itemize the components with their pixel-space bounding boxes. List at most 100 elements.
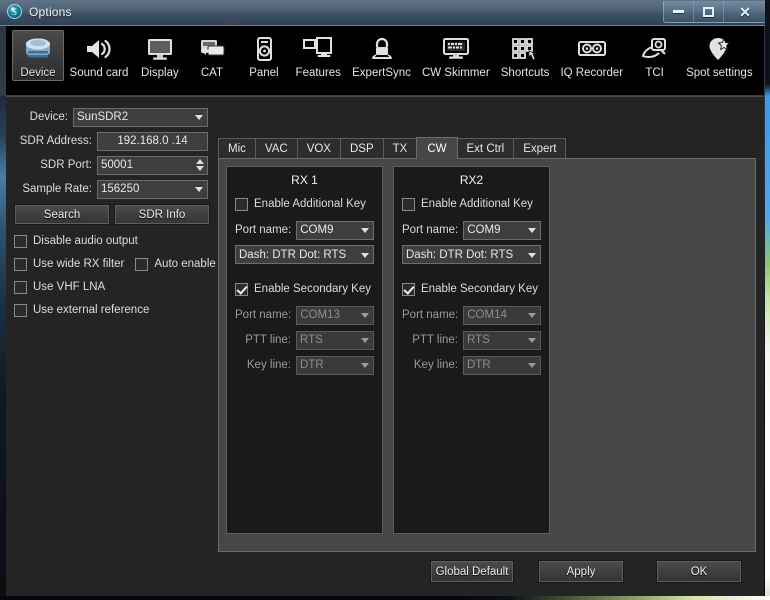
rx2-ptt-line-select[interactable]: RTS: [463, 330, 541, 350]
rx2-secondary-port-value: COM14: [467, 309, 507, 321]
device-field-row: Device: SunSDR2: [10, 107, 210, 127]
rx2-enable-secondary-key-checkbox[interactable]: [402, 282, 415, 296]
spinner-icon[interactable]: [196, 158, 204, 171]
toolbar-item-device[interactable]: Device: [12, 30, 64, 81]
rx1-secondary-port-label: Port name:: [235, 309, 292, 321]
toolbar-label-iq-recorder: IQ Recorder: [560, 67, 624, 79]
toolbar-item-iq-recorder[interactable]: IQ Recorder: [555, 30, 629, 81]
disable-audio-output-label: Disable audio output: [33, 235, 138, 247]
toolbar-label-cat: CAT: [200, 67, 223, 79]
rx1-dash-dot-select[interactable]: Dash: DTR Dot: RTS: [235, 245, 374, 264]
toolbar-label-shortcuts: Shortcuts: [500, 67, 550, 79]
use-external-reference-checkbox[interactable]: [14, 303, 27, 317]
minimize-icon: [673, 10, 684, 13]
speaker-icon: [82, 33, 116, 65]
rx2-secondary-port-label: Port name:: [402, 309, 459, 321]
rx1-ptt-line-row: PTT line: RTS: [235, 330, 374, 350]
rx1-secondary-key-row[interactable]: Enable Secondary Key: [235, 280, 374, 298]
window-controls: ✕: [663, 1, 767, 23]
chevron-down-icon: [195, 115, 203, 120]
tab-ext-ctrl[interactable]: Ext Ctrl: [456, 138, 515, 159]
minimize-button[interactable]: [664, 1, 694, 22]
tab-tx[interactable]: TX: [382, 138, 418, 159]
rx2-enable-additional-key-checkbox[interactable]: [402, 197, 415, 211]
rx2-dash-dot-value: Dash: DTR Dot: RTS: [406, 248, 514, 261]
toolbar-item-shortcuts[interactable]: Shortcuts: [495, 30, 555, 81]
ok-button[interactable]: OK: [656, 560, 742, 583]
options-window: Options ✕: [0, 0, 770, 600]
toolbar-item-cat[interactable]: CAT: [186, 30, 238, 81]
toolbar-item-tci[interactable]: TCI: [629, 30, 681, 81]
use-vhf-lna-checkbox[interactable]: [14, 280, 27, 294]
sdr-port-value: 50001: [101, 159, 133, 171]
sdr-address-input[interactable]: 192.168.0 .14: [97, 131, 208, 151]
rx1-dash-dot-value: Dash: DTR Dot: RTS: [239, 248, 347, 261]
tab-mic[interactable]: Mic: [218, 138, 256, 159]
skimmer-monitor-icon: [439, 33, 473, 65]
rx2-secondary-port-select[interactable]: COM14: [463, 305, 541, 325]
toolbar-item-display[interactable]: Display: [134, 30, 186, 81]
toolbar-item-expertsync[interactable]: ExpertSync: [347, 30, 417, 81]
toolbar-item-features[interactable]: Features: [290, 30, 347, 81]
auto-enable-checkbox[interactable]: [135, 257, 149, 271]
rx2-enable-additional-key-label: Enable Additional Key: [421, 198, 533, 210]
disable-audio-output-checkbox[interactable]: [14, 234, 27, 248]
rx2-secondary-key-row[interactable]: Enable Secondary Key: [402, 280, 541, 298]
tab-vac[interactable]: VAC: [254, 138, 298, 159]
rx1-ptt-line-label: PTT line:: [245, 334, 291, 346]
rx1-secondary-port-select[interactable]: COM13: [296, 305, 374, 325]
use-wide-rx-filter-checkbox[interactable]: [14, 257, 27, 271]
cat-transfer-icon: [195, 33, 229, 65]
rx2-additional-port-value: COM9: [467, 224, 501, 236]
tab-expert[interactable]: Expert: [513, 138, 567, 159]
tab-cw[interactable]: CW: [416, 137, 458, 159]
disable-audio-output-row[interactable]: Disable audio output: [14, 231, 210, 251]
rx1-enable-secondary-key-checkbox[interactable]: [235, 282, 248, 296]
global-default-button[interactable]: Global Default: [430, 560, 514, 583]
rx2-additional-port-select[interactable]: COM9: [463, 220, 541, 240]
tab-vox[interactable]: VOX: [296, 138, 341, 159]
rx1-key-line-label: Key line:: [246, 359, 291, 371]
spinner-down-icon[interactable]: [196, 165, 204, 171]
app-logo-icon: [7, 4, 22, 19]
window-edge-bottom: [0, 596, 770, 600]
device-select[interactable]: SunSDR2: [73, 107, 208, 127]
toolbar-item-panel[interactable]: Panel: [238, 30, 290, 81]
apply-button[interactable]: Apply: [538, 560, 624, 583]
toolbar-item-cw-skimmer[interactable]: CW Skimmer: [416, 30, 495, 81]
lock-icon: [365, 33, 399, 65]
device-select-value: SunSDR2: [77, 111, 129, 123]
rx2-ptt-line-label: PTT line:: [412, 334, 458, 346]
vhf-lna-row[interactable]: Use VHF LNA: [14, 277, 210, 297]
sdr-address-value: 192.168.0 .14: [117, 135, 188, 147]
device-settings-panel: Device: SunSDR2 SDR Address: 192.168.0 .…: [10, 107, 216, 323]
sample-rate-select[interactable]: 156250: [97, 179, 208, 199]
rx2-dash-dot-select[interactable]: Dash: DTR Dot: RTS: [402, 245, 541, 264]
search-button[interactable]: Search: [14, 204, 110, 225]
external-reference-row[interactable]: Use external reference: [14, 300, 210, 320]
rx2-additional-key-row[interactable]: Enable Additional Key: [402, 195, 541, 213]
maximize-button[interactable]: [694, 1, 724, 22]
rx1-additional-key-row[interactable]: Enable Additional Key: [235, 195, 374, 213]
chevron-down-icon: [361, 252, 369, 258]
toolbar-label-spot-settings: Spot settings: [686, 67, 753, 79]
toolbar-item-spot-settings[interactable]: Spot settings: [681, 30, 758, 81]
chevron-down-icon: [528, 252, 536, 258]
sdr-info-button[interactable]: SDR Info: [114, 204, 210, 225]
rx1-key-line-select[interactable]: DTR: [296, 355, 374, 375]
wide-rx-filter-row[interactable]: Use wide RX filter Auto enable: [14, 254, 216, 274]
rx1-enable-additional-key-checkbox[interactable]: [235, 197, 248, 211]
chevron-down-icon: [361, 228, 369, 233]
chevron-down-icon: [528, 338, 536, 343]
sdr-port-stepper[interactable]: 50001: [97, 155, 208, 175]
window-edge-left: [0, 96, 6, 600]
toolbar-item-sound-card[interactable]: Sound card: [64, 30, 134, 81]
rx2-key-line-value: DTR: [467, 359, 491, 371]
tab-dsp[interactable]: DSP: [339, 138, 384, 159]
rx1-ptt-line-select[interactable]: RTS: [296, 330, 374, 350]
close-button[interactable]: ✕: [724, 1, 766, 22]
spinner-up-icon[interactable]: [196, 158, 204, 164]
chevron-down-icon: [361, 363, 369, 368]
rx1-additional-port-select[interactable]: COM9: [296, 220, 374, 240]
rx2-key-line-select[interactable]: DTR: [463, 355, 541, 375]
